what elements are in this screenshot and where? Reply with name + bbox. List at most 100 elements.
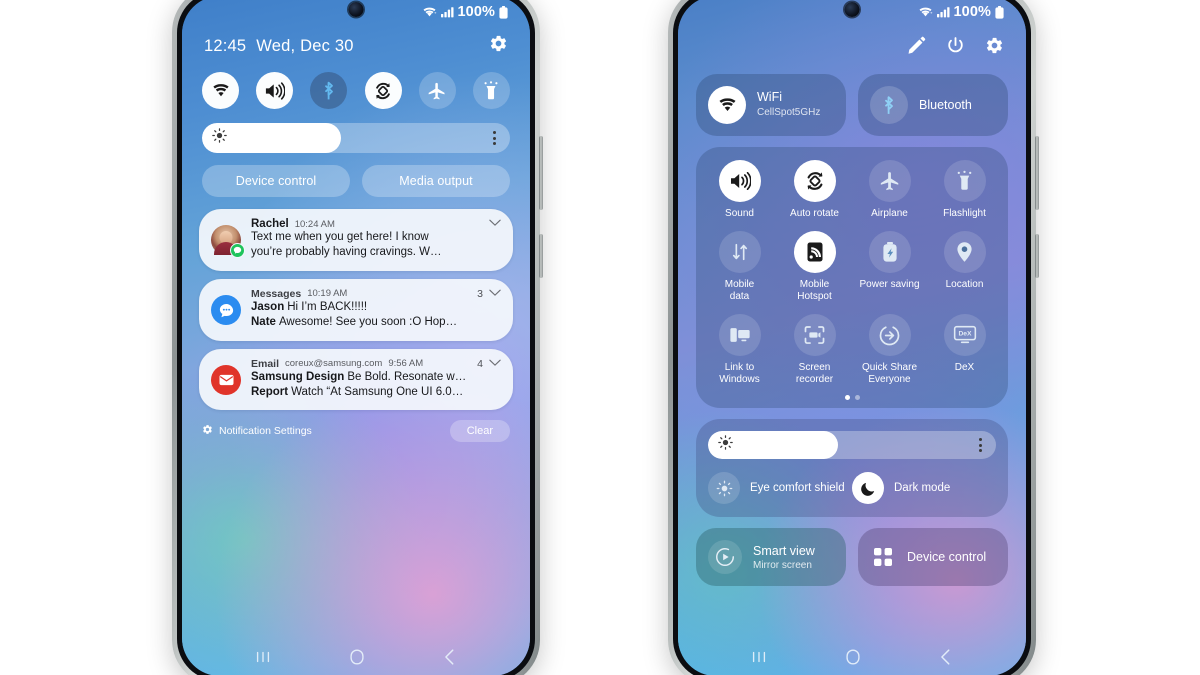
toggle-flashlight[interactable] — [472, 72, 510, 109]
quick-settings-card: Sound Auto rotate Airplane Flashlight Mo… — [696, 147, 1008, 408]
qs-tile-label: Power saving — [859, 279, 920, 290]
device-control-text: Device control — [907, 550, 986, 565]
qs-tile-screen-recorder[interactable]: Screen recorder — [777, 314, 852, 386]
qs-tile-label: Mobile Hotspot — [797, 279, 832, 302]
chevron-down-icon[interactable] — [489, 358, 501, 370]
display-modes-row: Eye comfort shield Dark mode — [708, 472, 996, 504]
flashlight-icon[interactable] — [943, 160, 986, 202]
recents-icon[interactable] — [748, 648, 770, 671]
notification-card-rachel[interactable]: Rachel 10:24 AM Text me when you get her… — [199, 209, 513, 271]
qs-tile-label: Mobile data — [724, 279, 755, 302]
notification-account: coreux@samsung.com — [285, 358, 383, 370]
qs-tile-label: Sound — [725, 208, 754, 219]
power-saving-icon[interactable] — [868, 231, 911, 273]
page-dot-1[interactable] — [844, 395, 850, 400]
chevron-down-icon[interactable] — [489, 218, 501, 230]
wifi-icon[interactable] — [708, 86, 746, 124]
toggle-auto-rotate[interactable] — [364, 72, 402, 109]
brightness-card: Eye comfort shield Dark mode — [696, 419, 1008, 517]
dark-mode-toggle[interactable]: Dark mode — [852, 472, 996, 504]
brightness-sun-icon — [718, 435, 733, 455]
qs-tile-label: Location — [945, 279, 984, 290]
quick-panel-header: 12:45 Wed, Dec 30 — [182, 26, 530, 58]
notification-body: Messages 10:19 AM 3 Jason Hi I’m BACK!!!!… — [251, 288, 501, 331]
notification-card-email[interactable]: Email coreux@samsung.com 9:56 AM 4 Samsu… — [199, 348, 513, 411]
navigation-bar — [182, 647, 530, 672]
quick-share-icon[interactable] — [868, 314, 911, 356]
recents-icon[interactable] — [252, 648, 274, 671]
cellular-signal-icon — [440, 6, 454, 18]
device-control-card[interactable]: Device control — [858, 528, 1008, 586]
device-control-pill[interactable]: Device control — [202, 165, 350, 197]
back-icon[interactable] — [440, 647, 460, 672]
notification-meta: Rachel 10:24 AM — [251, 218, 501, 230]
gear-icon[interactable] — [489, 34, 508, 58]
home-icon[interactable] — [842, 647, 864, 672]
back-icon[interactable] — [936, 647, 956, 672]
smart-view-card[interactable]: Smart view Mirror screen — [696, 528, 846, 586]
mobile-data-icon[interactable] — [718, 231, 761, 273]
notification-text-line: Text me when you get here! I know — [251, 231, 429, 243]
airplane-icon[interactable] — [868, 160, 911, 202]
dex-icon[interactable]: DeX — [943, 314, 986, 356]
brightness-slider[interactable] — [202, 123, 510, 153]
sound-icon[interactable] — [718, 160, 761, 202]
notification-meta: Messages 10:19 AM 3 — [251, 288, 501, 300]
notification-list: Rachel 10:24 AM Text me when you get her… — [199, 209, 513, 411]
pencil-edit-icon[interactable] — [907, 36, 926, 60]
notification-card-messages[interactable]: Messages 10:19 AM 3 Jason Hi I’m BACK!!!!… — [199, 278, 513, 341]
right-phone-bezel: 100% WiFi CellSpot5GHz Bluetooth Sound A… — [673, 0, 1031, 675]
qs-tile-auto-rotate[interactable]: Auto rotate — [777, 160, 852, 220]
page-dot-2[interactable] — [854, 395, 860, 400]
bluetooth-card[interactable]: Bluetooth — [858, 74, 1008, 136]
quick-toggles-row — [182, 58, 530, 109]
chevron-down-icon[interactable] — [489, 288, 501, 300]
volume-button[interactable] — [539, 136, 543, 210]
screen-recorder-icon[interactable] — [793, 314, 836, 356]
home-icon[interactable] — [346, 647, 368, 672]
auto-rotate-icon[interactable] — [793, 160, 836, 202]
qs-tile-power-saving[interactable]: Power saving — [852, 231, 927, 303]
toggle-sound[interactable] — [256, 72, 294, 109]
qs-tile-flashlight[interactable]: Flashlight — [927, 160, 1002, 220]
panel-action-pills: Device control Media output — [202, 165, 510, 197]
notification-icon-wrap — [211, 218, 245, 261]
wifi-card[interactable]: WiFi CellSpot5GHz — [696, 74, 846, 136]
qs-tile-sound[interactable]: Sound — [702, 160, 777, 220]
qs-tile-link-to-windows[interactable]: Link to Windows — [702, 314, 777, 386]
qs-tile-mobile-data[interactable]: Mobile data — [702, 231, 777, 303]
power-icon[interactable] — [946, 36, 965, 60]
notification-app-name: Email — [251, 357, 280, 370]
location-pin-icon[interactable] — [943, 231, 986, 273]
front-camera-cutout — [844, 2, 860, 17]
qs-tile-label: DeX — [954, 362, 975, 373]
power-button[interactable] — [539, 234, 543, 278]
notification-settings-button[interactable]: Notification Settings — [202, 424, 312, 438]
messages-app-icon — [211, 295, 241, 326]
battery-percent-label: 100% — [457, 4, 495, 20]
qs-tile-airplane[interactable]: Airplane — [852, 160, 927, 220]
qs-tile-mobile-hotspot[interactable]: Mobile Hotspot — [777, 231, 852, 303]
toggle-airplane[interactable] — [418, 72, 456, 109]
clear-button[interactable]: Clear — [449, 420, 510, 443]
messages-badge-icon — [230, 243, 245, 259]
more-options-icon[interactable] — [493, 131, 496, 145]
toggle-wifi[interactable] — [202, 72, 239, 109]
gear-icon[interactable] — [985, 36, 1004, 60]
bluetooth-icon[interactable] — [870, 86, 908, 124]
brightness-slider[interactable] — [708, 431, 996, 459]
toggle-bluetooth[interactable] — [310, 72, 348, 109]
volume-button[interactable] — [1035, 136, 1039, 210]
power-button[interactable] — [1035, 234, 1039, 278]
more-options-icon[interactable] — [979, 438, 982, 452]
notification-icon-wrap — [211, 358, 241, 401]
qs-tile-location[interactable]: Location — [927, 231, 1002, 303]
link-to-windows-icon[interactable] — [718, 314, 761, 356]
qs-tile-quick-share[interactable]: Quick Share Everyone — [852, 314, 927, 386]
mobile-hotspot-icon[interactable] — [793, 231, 836, 273]
eye-comfort-shield-toggle[interactable]: Eye comfort shield — [708, 472, 852, 504]
qs-tile-dex[interactable]: DeX DeX — [927, 314, 1002, 386]
media-output-pill[interactable]: Media output — [362, 165, 510, 197]
notification-body: Email coreux@samsung.com 9:56 AM 4 Samsu… — [251, 358, 501, 401]
notification-body: Rachel 10:24 AM Text me when you get her… — [251, 218, 501, 261]
